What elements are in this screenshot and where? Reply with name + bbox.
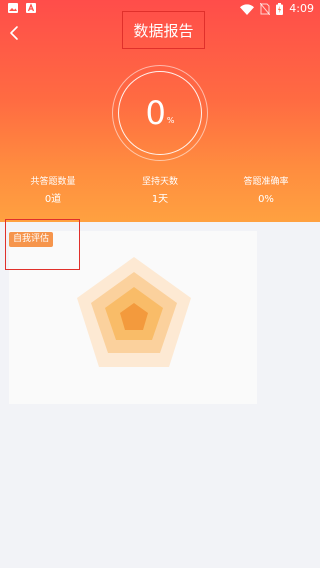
chevron-left-icon — [10, 26, 18, 40]
stat-streak-days: 坚持天数 1天 — [115, 176, 205, 206]
highlight-box — [5, 219, 80, 270]
score-unit: % — [166, 115, 175, 125]
battery-charging-icon — [276, 3, 284, 15]
score-value: 0 — [145, 94, 166, 132]
status-time: 4:09 — [289, 2, 314, 15]
stat-total-questions: 共答题数量 0道 — [8, 176, 98, 206]
stat-value: 1天 — [151, 194, 169, 205]
text-a-icon — [26, 3, 36, 13]
radar-chart — [77, 257, 191, 367]
stat-label: 坚持天数 — [141, 177, 178, 187]
back-button[interactable] — [7, 24, 23, 42]
stat-value: 0% — [258, 194, 274, 205]
stat-label: 答题准确率 — [243, 177, 289, 187]
stat-value: 0道 — [44, 194, 62, 205]
wifi-icon — [240, 3, 255, 15]
image-icon — [8, 3, 18, 13]
stat-label: 共答题数量 — [30, 177, 76, 187]
score-display: 0 % — [118, 71, 202, 155]
page-title: 数据报告 — [122, 11, 205, 49]
no-sim-icon — [260, 3, 271, 15]
stat-accuracy: 答题准确率 0% — [221, 176, 311, 206]
